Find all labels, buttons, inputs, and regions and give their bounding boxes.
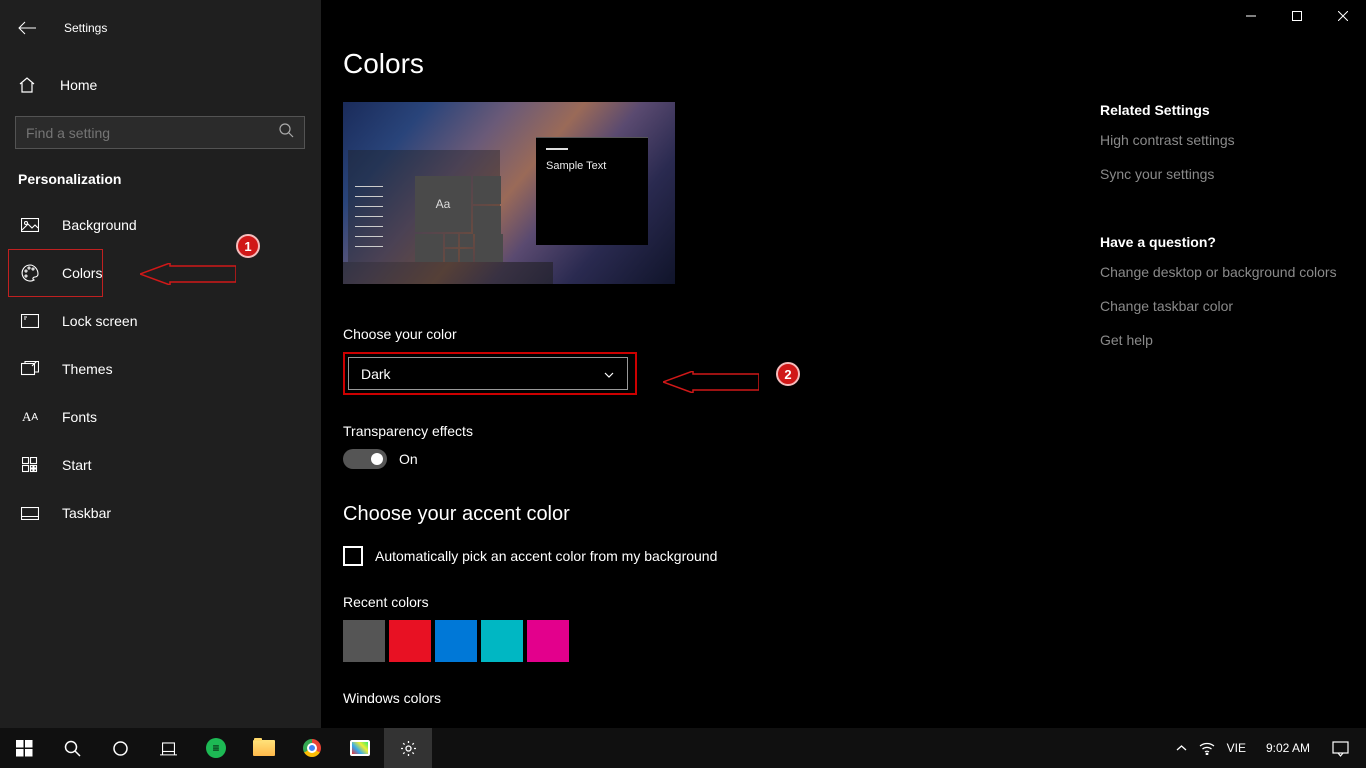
annotation-arrow-2 <box>663 371 759 398</box>
wifi-icon[interactable] <box>1199 742 1215 755</box>
sidebar-item-label: Background <box>62 217 137 233</box>
window-title: Settings <box>64 21 107 35</box>
annotation-badge-2: 2 <box>776 362 800 386</box>
annotation-box-2: Dark <box>343 352 637 395</box>
sidebar-item-label: Lock screen <box>62 313 137 329</box>
search-button[interactable] <box>48 728 96 768</box>
accent-heading: Choose your accent color <box>343 503 1366 526</box>
cortana-button[interactable] <box>96 728 144 768</box>
choose-color-value: Dark <box>361 366 391 382</box>
chevron-down-icon <box>603 368 615 380</box>
taskbar-app-explorer[interactable] <box>240 728 288 768</box>
search-input[interactable] <box>26 125 279 141</box>
sidebar-item-taskbar[interactable]: Taskbar <box>0 489 321 537</box>
color-swatch[interactable] <box>343 620 385 662</box>
start-button[interactable] <box>0 728 48 768</box>
color-swatch[interactable] <box>389 620 431 662</box>
preview-sample-text: Sample Text <box>546 160 638 172</box>
sidebar-item-label: Fonts <box>62 409 97 425</box>
taskbar-icon <box>20 507 40 520</box>
related-rail: Related Settings High contrast settings … <box>1100 102 1340 366</box>
sidebar-item-themes[interactable]: Themes <box>0 345 321 393</box>
taskbar-app-spotify[interactable]: ≡ <box>192 728 240 768</box>
link-change-taskbar-color[interactable]: Change taskbar color <box>1100 298 1340 314</box>
search-input-container[interactable] <box>15 116 305 149</box>
section-title: Personalization <box>0 149 321 201</box>
back-button[interactable]: Settings <box>0 8 321 48</box>
taskbar-clock[interactable]: 9:02 AM <box>1256 741 1320 755</box>
color-swatch[interactable] <box>435 620 477 662</box>
sidebar-item-start[interactable]: Start <box>0 441 321 489</box>
annotation-arrow-1 <box>140 263 236 290</box>
sidebar-item-label: Start <box>62 457 92 473</box>
back-arrow-icon <box>18 21 36 35</box>
home-icon <box>18 76 38 94</box>
sidebar-item-lock-screen[interactable]: Lock screen <box>0 297 321 345</box>
have-question-title: Have a question? <box>1100 234 1340 250</box>
taskbar-app-settings[interactable] <box>384 728 432 768</box>
auto-pick-label: Automatically pick an accent color from … <box>375 548 717 564</box>
sidebar-item-label: Taskbar <box>62 505 111 521</box>
auto-pick-checkbox[interactable] <box>343 546 363 566</box>
fonts-icon: AA <box>20 409 40 425</box>
sidebar-item-fonts[interactable]: AA Fonts <box>0 393 321 441</box>
sidebar: Settings Home Personalization Background… <box>0 0 321 728</box>
transparency-label: Transparency effects <box>343 423 1366 439</box>
choose-color-dropdown[interactable]: Dark <box>348 357 628 390</box>
picture-icon <box>20 218 40 232</box>
sidebar-item-colors[interactable]: Colors <box>8 249 103 297</box>
transparency-toggle[interactable] <box>343 449 387 469</box>
themes-icon <box>20 361 40 377</box>
tray-chevron-up-icon[interactable] <box>1176 743 1187 754</box>
taskbar-app-chrome[interactable] <box>288 728 336 768</box>
link-high-contrast[interactable]: High contrast settings <box>1100 132 1340 148</box>
home-label: Home <box>60 77 97 93</box>
search-icon <box>279 123 294 143</box>
palette-icon <box>20 264 40 282</box>
action-center-button[interactable] <box>1320 740 1360 757</box>
ime-indicator[interactable]: VIE <box>1227 741 1246 755</box>
transparency-state: On <box>399 451 418 467</box>
sidebar-item-label: Colors <box>62 265 102 281</box>
taskbar-app-paint[interactable] <box>336 728 384 768</box>
page-title: Colors <box>343 48 1366 80</box>
start-tiles-icon <box>20 457 40 473</box>
link-change-desktop-colors[interactable]: Change desktop or background colors <box>1100 264 1340 280</box>
sidebar-item-background[interactable]: Background <box>0 201 321 249</box>
color-swatch[interactable] <box>481 620 523 662</box>
windows-colors-label: Windows colors <box>343 690 1366 706</box>
color-swatch[interactable] <box>527 620 569 662</box>
home-nav[interactable]: Home <box>0 64 321 106</box>
task-view-button[interactable] <box>144 728 192 768</box>
lock-screen-icon <box>20 314 40 328</box>
related-settings-title: Related Settings <box>1100 102 1340 118</box>
sidebar-item-label: Themes <box>62 361 113 377</box>
annotation-badge-1: 1 <box>236 234 260 258</box>
link-get-help[interactable]: Get help <box>1100 332 1340 348</box>
link-sync-settings[interactable]: Sync your settings <box>1100 166 1340 182</box>
preview-tile-aa: Aa <box>415 176 471 232</box>
taskbar: ≡ VIE 9:02 AM <box>0 728 1366 768</box>
color-preview: Aa Sample Text <box>343 102 675 284</box>
recent-colors <box>343 620 1366 662</box>
recent-colors-label: Recent colors <box>343 594 1366 610</box>
